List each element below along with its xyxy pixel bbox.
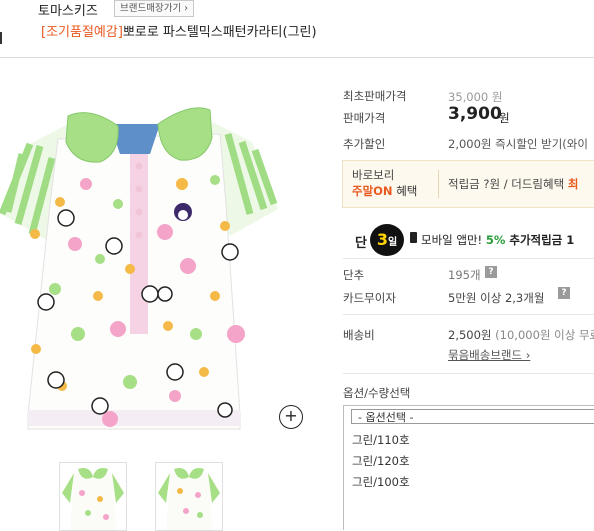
option-label: 옵션/수량선택: [343, 386, 411, 400]
promo-benefit[interactable]: 적립금 ?원 / 더드림혜택 최: [448, 176, 578, 192]
sale-price-label: 판매가격: [343, 111, 386, 125]
brand-name[interactable]: 토마스키즈: [38, 0, 98, 19]
discount-value[interactable]: 2,000원 즉시할인 받기(와이: [448, 136, 588, 152]
shipping-note: (10,000원 이상 무료: [491, 328, 594, 342]
header-divider: [0, 57, 594, 58]
product-thumbnail-2[interactable]: [155, 462, 223, 531]
divider: [343, 314, 594, 315]
promo-highlight: 주말ON: [352, 184, 393, 198]
title-tag: [조기품절예감]: [41, 25, 123, 40]
discount-label: 추가할인: [343, 137, 386, 151]
card-installment-value: 5만원 이상 2,3개월: [448, 291, 545, 305]
promo-benefit-text: 적립금 ?원 / 더드림혜택: [448, 177, 568, 191]
promo-divider: [438, 170, 439, 198]
question-icon[interactable]: ?: [485, 266, 497, 278]
original-price-value: 35,000 원: [448, 90, 503, 104]
zoom-in-icon[interactable]: +: [279, 405, 303, 429]
card-installment-label: 카드무이자: [343, 291, 396, 305]
app-promo-pre: 모바일 앱만!: [421, 233, 486, 247]
phone-icon: [410, 232, 417, 243]
sold-label: 단추: [343, 268, 365, 282]
bundle-shipping-link[interactable]: 묶음배송브랜드 ›: [448, 347, 530, 363]
promo-subtitle: 주말ON 혜택: [352, 183, 417, 199]
option-item[interactable]: 그린/110호: [352, 432, 410, 448]
app-promo-bold: 추가적립금 1: [505, 233, 575, 247]
app-promo-text: 모바일 앱만! 5% 추가적립금 1: [421, 232, 574, 248]
sold-value: 195개: [448, 268, 481, 282]
app-promo-prefix: 단: [355, 236, 367, 251]
product-title: [조기품절예감]뽀로로 파스텔믹스패턴카라티(그린): [41, 21, 317, 40]
option-item[interactable]: 그린/120호: [352, 453, 410, 469]
brand-store-button[interactable]: 브랜드매장가기 ›: [114, 0, 195, 17]
option-item[interactable]: 그린/100호: [352, 474, 410, 490]
app-promo-percent: 5%: [485, 233, 506, 247]
promo-title: 바로보리: [352, 168, 395, 182]
brand-store-button-label: 브랜드매장가기: [120, 3, 182, 14]
shipping-fee: 2,500원: [448, 328, 492, 342]
product-main-image[interactable]: [0, 84, 315, 439]
sale-price-unit: 원: [499, 111, 510, 125]
shipping-value: 2,500원 (10,000원 이상 무료: [448, 327, 594, 343]
app-days-badge: 3일: [370, 224, 404, 256]
product-thumbnail-1[interactable]: [59, 462, 127, 531]
question-icon[interactable]: ?: [558, 287, 570, 299]
chevron-right-icon: ›: [181, 3, 189, 14]
promo-benefit-highlight: 최: [567, 177, 579, 191]
promo-suffix: 혜택: [392, 184, 418, 198]
shipping-label: 배송비: [343, 328, 375, 342]
divider: [343, 373, 594, 374]
sale-price-value: 3,900: [448, 104, 502, 124]
original-price-label: 최초판매가격: [343, 89, 407, 103]
left-marker: [0, 32, 2, 44]
divider: [343, 258, 594, 259]
app-days-unit: 일: [387, 237, 398, 248]
option-select[interactable]: - 옵션선택 -: [351, 409, 594, 424]
app-days-number: 3: [376, 230, 388, 249]
title-text: 뽀로로 파스텔믹스패턴카라티(그린): [122, 25, 317, 40]
